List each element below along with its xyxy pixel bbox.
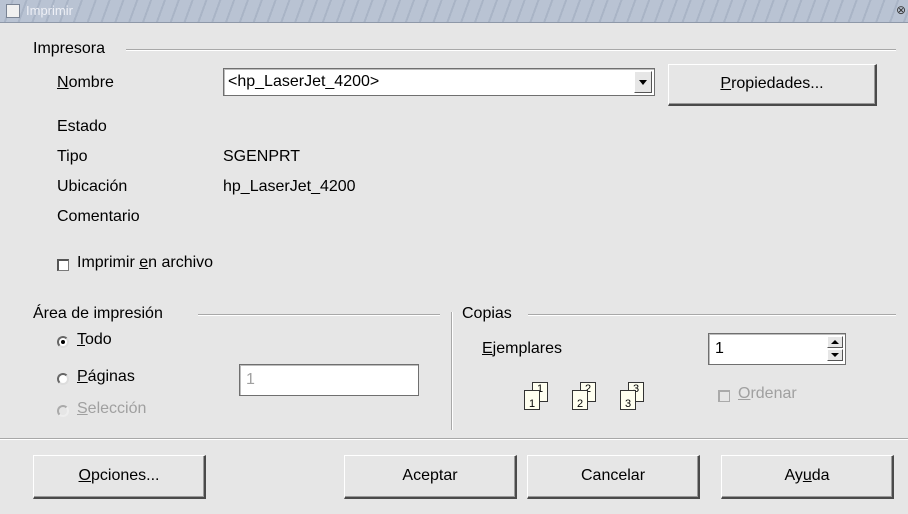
arrow-down-icon <box>831 353 839 357</box>
print-area-group-line <box>198 314 440 316</box>
comment-label: Comentario <box>57 208 140 225</box>
all-label[interactable]: Todo <box>77 331 112 349</box>
printer-dropdown-button[interactable] <box>634 71 652 93</box>
bottom-separator <box>0 438 908 440</box>
print-to-file-checkbox[interactable] <box>57 259 69 271</box>
collate-illustration-icon: 1 1 2 2 3 3 <box>520 380 664 420</box>
close-icon[interactable]: ⊗ <box>896 4 908 16</box>
location-value: hp_LaserJet_4200 <box>223 178 356 195</box>
page-icon: 2 <box>572 390 588 410</box>
chevron-down-icon <box>639 80 647 85</box>
window-icon <box>6 4 20 18</box>
status-label: Estado <box>57 118 107 135</box>
window-title: Imprimir <box>26 3 73 18</box>
type-label: Tipo <box>57 148 88 165</box>
pages-label[interactable]: Páginas <box>77 368 135 386</box>
spin-up-button[interactable] <box>827 336 843 348</box>
ok-button[interactable]: Aceptar <box>344 455 517 499</box>
printer-name-label: Nombre <box>57 74 114 91</box>
print-area-group-label: Área de impresión <box>33 305 163 322</box>
properties-button[interactable]: Propiedades... <box>668 64 877 106</box>
print-to-file-label[interactable]: Imprimir en archivo <box>77 254 213 272</box>
arrow-up-icon <box>831 340 839 344</box>
copies-label: Ejemplares <box>482 340 563 357</box>
spin-down-button[interactable] <box>827 349 843 361</box>
copies-group-line <box>528 314 896 316</box>
copies-value: 1 <box>715 340 724 357</box>
printer-group-label: Impresora <box>33 40 106 57</box>
copies-group-label: Copias <box>462 305 512 322</box>
page-icon: 3 <box>620 390 636 410</box>
group-separator <box>451 312 453 430</box>
copies-spinbox[interactable]: 1 <box>708 333 846 365</box>
printer-name-value: <hp_LaserJet_4200> <box>228 73 380 90</box>
pages-radio[interactable] <box>57 373 69 385</box>
cancel-button[interactable]: Cancelar <box>527 455 700 499</box>
pages-input[interactable]: 1 <box>239 364 419 396</box>
printer-group-line <box>126 49 896 51</box>
printer-name-combobox[interactable]: <hp_LaserJet_4200> <box>223 68 655 96</box>
selection-radio[interactable] <box>57 405 69 417</box>
options-button[interactable]: Opciones... <box>33 455 206 499</box>
help-button[interactable]: Ayuda <box>721 455 894 499</box>
selection-label[interactable]: Selección <box>77 400 146 418</box>
collate-checkbox[interactable] <box>718 390 730 402</box>
location-label: Ubicación <box>57 178 128 195</box>
collate-label[interactable]: Ordenar <box>738 385 797 403</box>
pages-input-value: 1 <box>246 371 255 388</box>
all-radio[interactable] <box>57 336 69 348</box>
title-bar[interactable]: Imprimir ⊗ <box>0 0 908 23</box>
type-value: SGENPRT <box>223 148 301 165</box>
page-icon: 1 <box>524 390 540 410</box>
